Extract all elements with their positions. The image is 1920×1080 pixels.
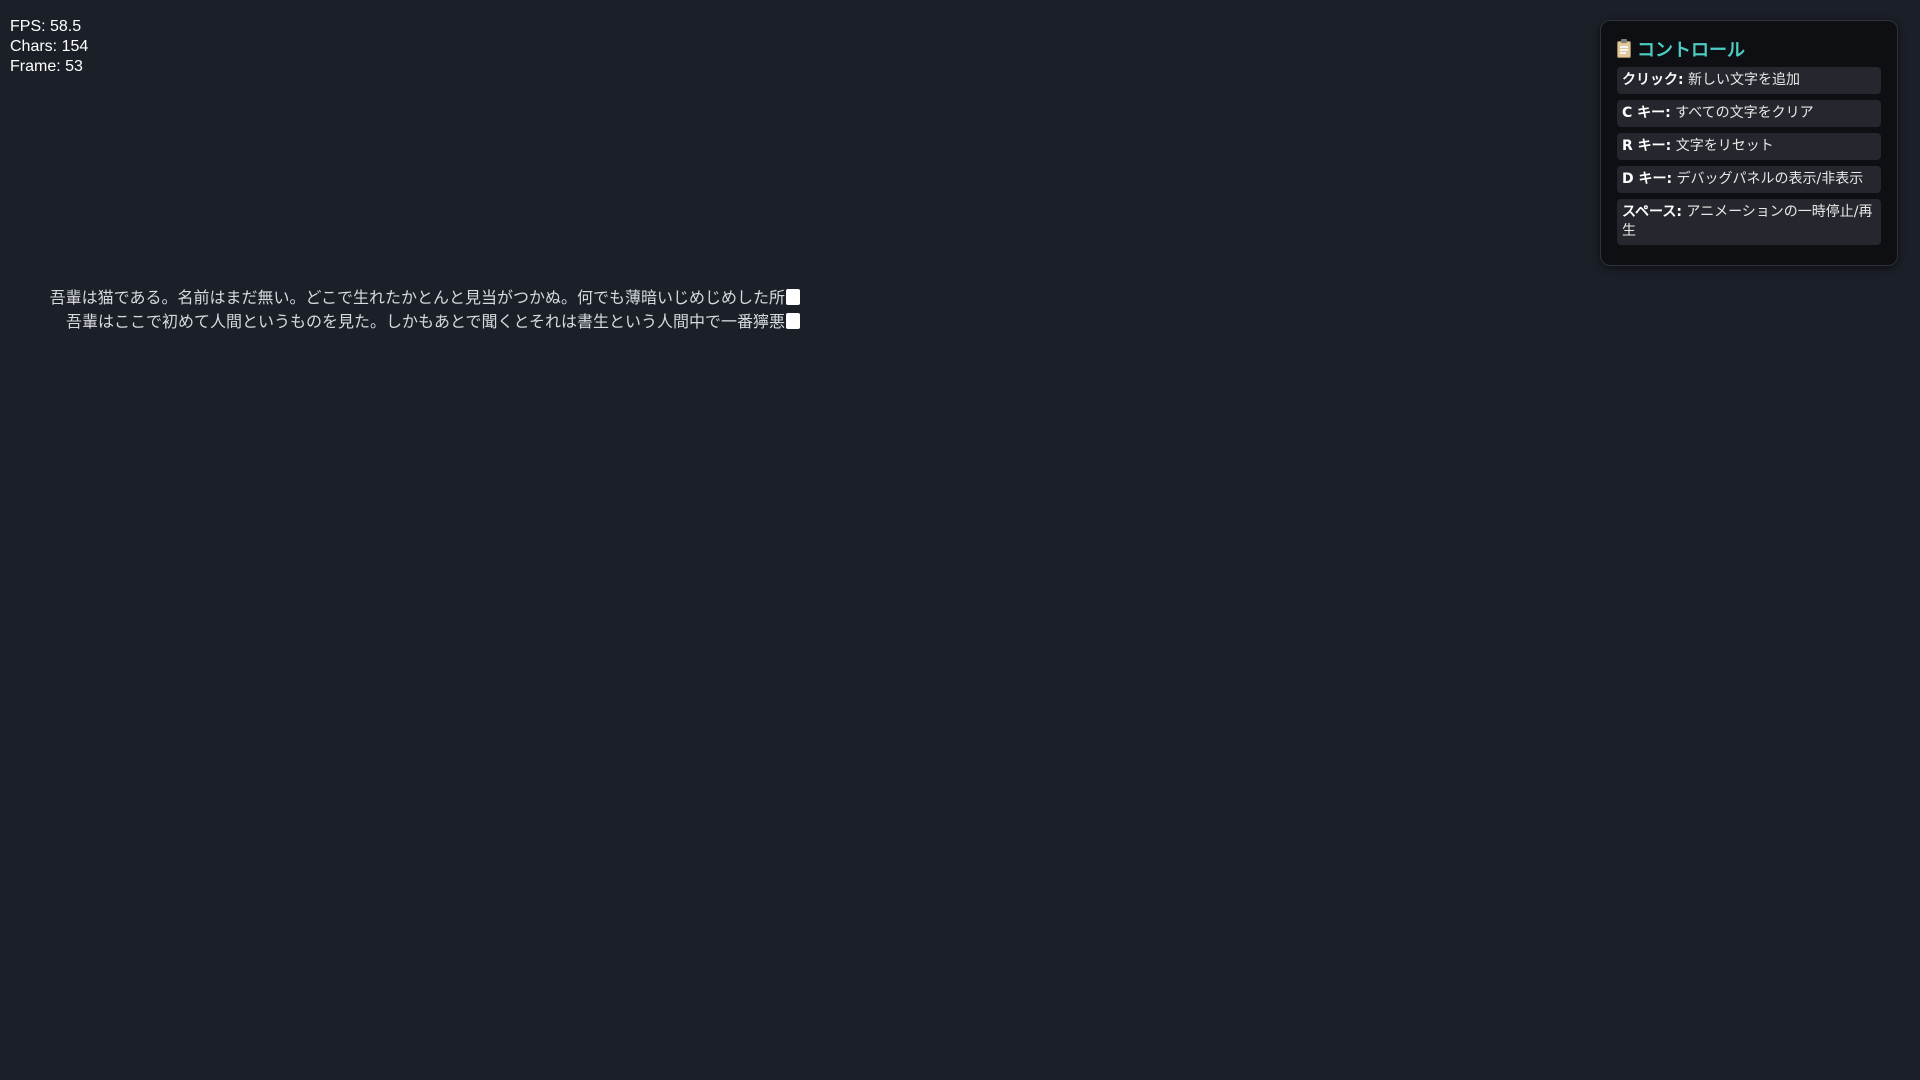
control-item-clear: C キー: すべての文字をクリア [1617, 100, 1881, 127]
controls-panel: コントロール クリック: 新しい文字を追加 C キー: すべての文字をクリア R… [1600, 20, 1898, 266]
text-cursor [786, 313, 800, 329]
debug-panel: FPS: 58.5 Chars: 154 Frame: 53 [10, 17, 88, 77]
fps-readout: FPS: 58.5 [10, 18, 82, 35]
text-cursor [786, 289, 800, 305]
clipboard-icon [1617, 38, 1631, 58]
control-key: スペース: [1622, 204, 1682, 220]
control-item-click: クリック: 新しい文字を追加 [1617, 67, 1881, 94]
control-item-reset: R キー: 文字をリセット [1617, 133, 1881, 160]
text-line: 吾輩は猫である。名前はまだ無い。どこで生れたかとんと見当がつかぬ。何でも薄暗いじ… [0, 286, 800, 310]
control-item-debug: D キー: デバッグパネルの表示/非表示 [1617, 166, 1881, 193]
frame-readout: Frame: 53 [10, 58, 83, 75]
text-line: 吾輩はここで初めて人間というものを見た。しかもあとで聞くとそれは書生という人間中… [0, 310, 800, 334]
control-desc: 新しい文字を追加 [1683, 72, 1801, 88]
controls-header: コントロール [1617, 37, 1881, 61]
control-key: クリック: [1622, 72, 1684, 88]
control-desc: デバッグパネルの表示/非表示 [1672, 171, 1864, 187]
control-key: C キー: [1622, 105, 1671, 121]
control-key: R キー: [1622, 138, 1672, 154]
controls-title: コントロール [1637, 40, 1745, 61]
text-line-content: 吾輩は猫である。名前はまだ無い。どこで生れたかとんと見当がつかぬ。何でも薄暗いじ… [49, 288, 785, 307]
animated-text-area[interactable]: 吾輩は猫である。名前はまだ無い。どこで生れたかとんと見当がつかぬ。何でも薄暗いじ… [0, 286, 800, 334]
control-desc: 文字をリセット [1671, 138, 1774, 154]
control-key: D キー: [1622, 171, 1673, 187]
control-desc: すべての文字をクリア [1670, 105, 1814, 121]
char-count-readout: Chars: 154 [10, 38, 89, 55]
text-line-content: 吾輩はここで初めて人間というものを見た。しかもあとで聞くとそれは書生という人間中… [65, 312, 785, 331]
control-item-pause: スペース: アニメーションの一時停止/再生 [1617, 199, 1881, 245]
